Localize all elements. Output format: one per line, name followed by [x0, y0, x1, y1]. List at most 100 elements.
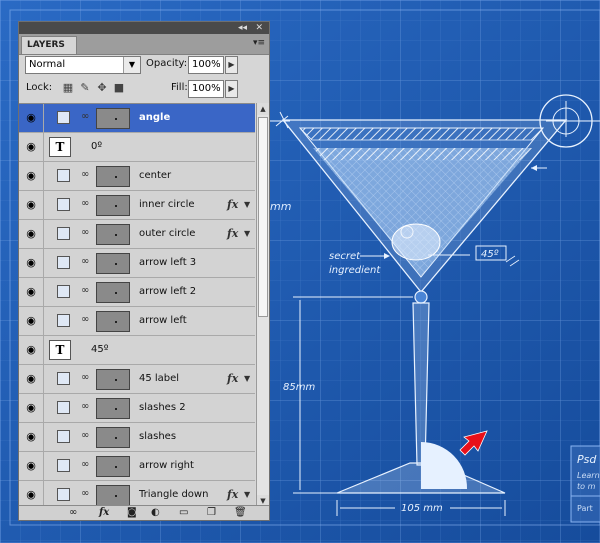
vector-mask-thumbnail[interactable]	[57, 198, 70, 211]
blend-mode-select[interactable]: Normal ▼	[25, 56, 141, 74]
vector-mask-thumbnail[interactable]	[57, 111, 70, 124]
layer-thumbnail[interactable]	[96, 195, 130, 216]
vector-mask-thumbnail[interactable]	[57, 459, 70, 472]
layer-effects-icon[interactable]: fx	[227, 220, 238, 248]
vector-mask-thumbnail[interactable]	[57, 285, 70, 298]
adjustment-layer-icon[interactable]: ◐	[151, 506, 160, 520]
vector-mask-thumbnail[interactable]	[57, 401, 70, 414]
layer-name[interactable]: arrow left 3	[139, 249, 196, 277]
vector-mask-thumbnail[interactable]	[57, 314, 70, 327]
layer-row[interactable]: ◉ ∞ arrow right	[19, 452, 255, 481]
chain-link-icon[interactable]: ∞	[81, 285, 89, 296]
layer-thumbnail[interactable]	[96, 456, 130, 477]
layer-thumbnail[interactable]	[96, 427, 130, 448]
layer-name[interactable]: 0º	[91, 133, 102, 161]
layer-name[interactable]: center	[139, 162, 171, 190]
layer-row[interactable]: ◉ ∞ Triangle down fx ▼	[19, 481, 255, 508]
layer-row[interactable]: ◉ ∞ arrow left	[19, 307, 255, 336]
effects-expand-icon[interactable]: ▼	[244, 191, 250, 219]
layer-name[interactable]: slashes 2	[139, 394, 186, 422]
chain-link-icon[interactable]: ∞	[81, 372, 89, 383]
chain-link-icon[interactable]: ∞	[81, 430, 89, 441]
layer-name[interactable]: 45º	[91, 336, 108, 364]
lock-move-icon[interactable]: ✥	[96, 82, 108, 94]
layer-name[interactable]: slashes	[139, 423, 176, 451]
lock-all-icon[interactable]: ■	[113, 82, 125, 94]
layer-row[interactable]: ◉ ∞ slashes 2	[19, 394, 255, 423]
visibility-eye-icon[interactable]: ◉	[19, 365, 44, 393]
fill-input[interactable]: 100%	[188, 80, 224, 98]
tab-layers[interactable]: LAYERS	[21, 36, 77, 54]
add-mask-icon[interactable]: ◙	[127, 506, 137, 520]
layer-name[interactable]: arrow left 2	[139, 278, 196, 306]
visibility-eye-icon[interactable]: ◉	[19, 336, 44, 364]
chain-link-icon[interactable]: ∞	[81, 227, 89, 238]
vector-mask-thumbnail[interactable]	[57, 169, 70, 182]
vector-mask-thumbnail[interactable]	[57, 372, 70, 385]
visibility-eye-icon[interactable]: ◉	[19, 249, 44, 277]
layer-row[interactable]: ◉ ∞ arrow left 2	[19, 278, 255, 307]
layer-effects-icon[interactable]: fx	[227, 191, 238, 219]
layer-thumbnail[interactable]	[96, 282, 130, 303]
layer-thumbnail[interactable]	[96, 166, 130, 187]
fx-icon[interactable]: fx	[99, 506, 109, 520]
vector-mask-thumbnail[interactable]	[57, 227, 70, 240]
chain-link-icon[interactable]: ∞	[81, 169, 89, 180]
opacity-input[interactable]: 100%	[188, 56, 224, 74]
visibility-eye-icon[interactable]: ◉	[19, 307, 44, 335]
text-layer-icon[interactable]: T	[49, 340, 71, 360]
layer-row[interactable]: ◉ ∞ arrow left 3	[19, 249, 255, 278]
layer-thumbnail[interactable]	[96, 485, 130, 506]
visibility-eye-icon[interactable]: ◉	[19, 162, 44, 190]
panel-title-strip[interactable]: ◂◂ ✕	[19, 22, 269, 34]
opacity-arrow-icon[interactable]: ▶	[225, 56, 238, 74]
layer-name[interactable]: angle	[139, 104, 170, 132]
vector-mask-thumbnail[interactable]	[57, 256, 70, 269]
scroll-up-icon[interactable]: ▲	[257, 103, 269, 115]
visibility-eye-icon[interactable]: ◉	[19, 133, 44, 161]
layer-effects-icon[interactable]: fx	[227, 365, 238, 393]
layer-thumbnail[interactable]	[96, 224, 130, 245]
new-group-icon[interactable]: ▭	[179, 506, 188, 520]
chain-link-icon[interactable]: ∞	[81, 198, 89, 209]
layer-row[interactable]: ◉ ∞ inner circle fx ▼	[19, 191, 255, 220]
trash-icon[interactable]: 🗑	[234, 506, 247, 520]
vector-mask-thumbnail[interactable]	[57, 488, 70, 501]
layer-thumbnail[interactable]	[96, 369, 130, 390]
layer-thumbnail[interactable]	[96, 253, 130, 274]
vector-mask-thumbnail[interactable]	[57, 430, 70, 443]
layer-name[interactable]: outer circle	[139, 220, 195, 248]
layer-thumbnail[interactable]	[96, 398, 130, 419]
visibility-eye-icon[interactable]: ◉	[19, 423, 44, 451]
layer-name[interactable]: arrow right	[139, 452, 194, 480]
layer-scrollbar[interactable]: ▲ ▼	[256, 103, 269, 507]
link-layers-icon[interactable]: ∞	[69, 506, 77, 520]
layer-row[interactable]: ◉ ∞ angle	[19, 104, 255, 133]
text-layer-icon[interactable]: T	[49, 137, 71, 157]
close-icon[interactable]: ✕	[255, 22, 263, 34]
fill-arrow-icon[interactable]: ▶	[225, 80, 238, 98]
lock-transparent-icon[interactable]: ▦	[62, 82, 74, 94]
layer-name[interactable]: Triangle down	[139, 481, 208, 508]
layer-name[interactable]: arrow left	[139, 307, 187, 335]
layer-row[interactable]: ◉ T 0º	[19, 133, 255, 162]
panel-menu-icon[interactable]: ▾≡	[253, 38, 265, 48]
visibility-eye-icon[interactable]: ◉	[19, 481, 44, 508]
effects-expand-icon[interactable]: ▼	[244, 481, 250, 508]
layer-row[interactable]: ◉ ∞ center	[19, 162, 255, 191]
layer-effects-icon[interactable]: fx	[227, 481, 238, 508]
layer-name[interactable]: 45 label	[139, 365, 179, 393]
visibility-eye-icon[interactable]: ◉	[19, 220, 44, 248]
chain-link-icon[interactable]: ∞	[81, 314, 89, 325]
layer-row[interactable]: ◉ ∞ outer circle fx ▼	[19, 220, 255, 249]
layer-row[interactable]: ◉ T 45º	[19, 336, 255, 365]
layer-name[interactable]: inner circle	[139, 191, 195, 219]
visibility-eye-icon[interactable]: ◉	[19, 278, 44, 306]
lock-brush-icon[interactable]: ✎	[79, 82, 91, 94]
collapse-icon[interactable]: ◂◂	[238, 22, 247, 34]
visibility-eye-icon[interactable]: ◉	[19, 452, 44, 480]
chain-link-icon[interactable]: ∞	[81, 256, 89, 267]
layer-thumbnail[interactable]	[96, 108, 130, 129]
effects-expand-icon[interactable]: ▼	[244, 365, 250, 393]
chain-link-icon[interactable]: ∞	[81, 111, 89, 122]
